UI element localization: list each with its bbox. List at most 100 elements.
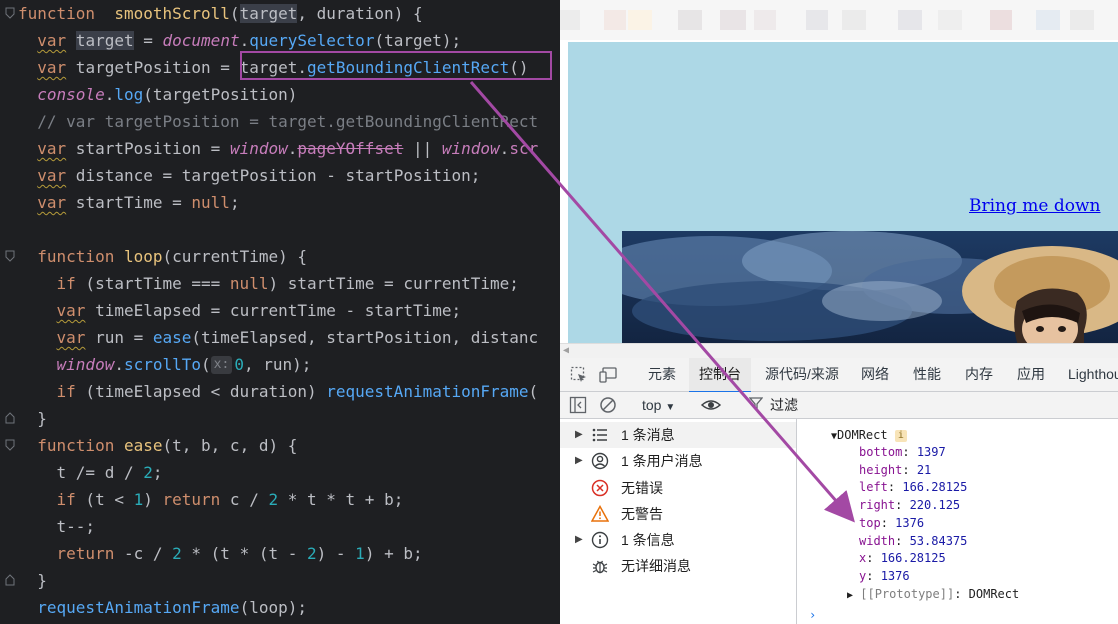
expand-arrow-icon[interactable]: ▶	[575, 429, 583, 440]
domrect-object-header[interactable]: ▼DOMRect i	[831, 427, 907, 444]
code-token: ease	[152, 328, 192, 347]
sidebar-item-label: 无警告	[621, 506, 663, 522]
collapsed-arrow-icon[interactable]: ▶	[847, 590, 853, 601]
code-line[interactable]: return -c / 2 * (t * (t - 2) - 1) + b;	[18, 540, 423, 567]
code-token: requestAnimationFrame	[326, 382, 529, 401]
tab-performance[interactable]: 性能	[913, 358, 941, 391]
expand-arrow-icon[interactable]: ▶	[575, 455, 583, 466]
device-toolbar-icon[interactable]	[599, 366, 617, 384]
code-token: 1	[355, 544, 365, 563]
code-token: (target);	[374, 31, 462, 50]
info-icon	[591, 531, 609, 549]
console-prompt[interactable]: ›	[809, 607, 816, 624]
code-token: )	[143, 490, 163, 509]
code-token: t /= d /	[18, 463, 144, 482]
code-token: target	[239, 4, 298, 23]
code-line[interactable]: function loop(currentTime) {	[18, 243, 307, 270]
code-line[interactable]: var distance = targetPosition - startPos…	[18, 162, 480, 189]
sidebar-item[interactable]: 无错误	[560, 475, 796, 501]
code-line[interactable]: if (timeElapsed < duration) requestAnima…	[18, 378, 539, 405]
object-property-row[interactable]: left: 166.28125	[859, 479, 967, 496]
object-property-row[interactable]: bottom: 1397	[859, 444, 946, 461]
code-line[interactable]: }	[18, 567, 47, 594]
property-key: height	[859, 462, 903, 477]
code-line[interactable]: console.log(targetPosition)	[18, 81, 297, 108]
scroll-left-icon[interactable]: ◀	[563, 345, 569, 356]
object-property-row[interactable]: x: 166.28125	[859, 550, 946, 567]
expand-arrow-icon[interactable]: ▶	[575, 534, 583, 545]
fold-end-icon[interactable]	[5, 412, 15, 424]
sidebar-item[interactable]: 无警告	[560, 501, 796, 527]
property-key: y	[859, 568, 867, 583]
web-page-viewport[interactable]: Bring me down	[568, 42, 1118, 343]
tab-memory[interactable]: 内存	[965, 358, 993, 391]
tab-console[interactable]: 控制台	[689, 358, 751, 393]
object-property-row[interactable]: width: 53.84375	[859, 533, 967, 550]
user-icon	[591, 452, 609, 470]
info-badge[interactable]: i	[894, 430, 907, 442]
code-line[interactable]: t /= d / 2;	[18, 459, 163, 486]
code-token: * (t * (t -	[181, 544, 307, 563]
code-line[interactable]: var run = ease(timeElapsed, startPositio…	[18, 324, 539, 351]
object-property-row[interactable]: height: 21	[859, 462, 931, 479]
code-line[interactable]: var target = document.querySelector(targ…	[18, 27, 461, 54]
sidebar-item[interactable]: ▶ 1 条用户消息	[560, 448, 796, 474]
code-token: querySelector	[249, 31, 375, 50]
code-line[interactable]: var timeElapsed = currentTime - startTim…	[18, 297, 462, 324]
context-selector[interactable]: top ▼	[642, 392, 675, 421]
code-line[interactable]: var startTime = null;	[18, 189, 239, 216]
property-key: width	[859, 533, 896, 548]
code-token: var	[37, 58, 67, 77]
tab-sources[interactable]: 源代码/来源	[765, 358, 839, 391]
object-name: DOMRect	[837, 428, 888, 442]
filter-input[interactable]: 过滤	[770, 392, 798, 418]
code-editor[interactable]: function smoothScroll(target, duration) …	[0, 0, 560, 624]
code-token: 2	[268, 490, 279, 509]
tab-application[interactable]: 应用	[1017, 358, 1045, 391]
tab-lighthouse[interactable]: Lighthouse	[1068, 358, 1118, 391]
bring-me-down-link[interactable]: Bring me down	[969, 196, 1101, 216]
object-property-row[interactable]: y: 1376	[859, 568, 910, 585]
fold-icon[interactable]	[5, 7, 15, 19]
tab-network[interactable]: 网络	[861, 358, 889, 391]
code-line[interactable]: var startPosition = window.pageYOffset |…	[18, 135, 538, 162]
code-line[interactable]: window.scrollTo(x: 0, run);	[18, 351, 311, 378]
inspect-element-icon[interactable]	[570, 366, 588, 384]
live-expression-eye-icon[interactable]	[700, 396, 722, 414]
code-token: (startTime ===	[75, 274, 230, 293]
filter-icon	[748, 397, 767, 415]
code-line[interactable]: }	[18, 405, 47, 432]
object-property-row[interactable]: top: 1376	[859, 515, 924, 532]
console-output[interactable]: ▼DOMRect i bottom: 1397 height: 21 left: 16…	[797, 419, 1118, 624]
code-line[interactable]: if (t < 1) return c / 2 * t * t + b;	[18, 486, 404, 513]
property-key: bottom	[859, 445, 903, 459]
code-line[interactable]: function ease(t, b, c, d) {	[18, 432, 297, 459]
code-line[interactable]: function smoothScroll(target, duration) …	[18, 0, 423, 27]
code-token: console	[37, 85, 105, 104]
clear-console-icon[interactable]	[599, 396, 617, 414]
browser-window: Bring me down ◀ 元素 控制台 源代码/来源 网络 性能 内存 应…	[560, 0, 1118, 624]
toggle-sidebar-icon[interactable]	[569, 396, 587, 414]
code-line[interactable]: // var targetPosition = target.getBoundi…	[18, 108, 538, 135]
horizontal-scrollbar[interactable]: ◀	[560, 343, 1118, 358]
object-property-row[interactable]: right: 220.125	[859, 497, 960, 514]
code-line[interactable]: if (startTime === null) startTime = curr…	[18, 270, 519, 297]
fold-icon[interactable]	[5, 250, 15, 262]
fold-icon[interactable]	[5, 439, 15, 451]
sidebar-item[interactable]: ▶ 1 条消息	[560, 422, 796, 448]
sidebar-item[interactable]: ▶ 1 条信息	[560, 527, 796, 553]
prototype-row[interactable]: ▶ [[Prototype]]: DOMRect	[847, 586, 1019, 603]
fold-end-icon[interactable]	[5, 574, 15, 586]
sidebar-item[interactable]: 无详细消息	[560, 553, 796, 579]
code-line[interactable]: requestAnimationFrame(loop);	[18, 594, 307, 621]
code-token: t--;	[18, 517, 96, 536]
code-line[interactable]: t--;	[18, 513, 96, 540]
tab-elements[interactable]: 元素	[648, 358, 676, 391]
code-token: (	[229, 4, 240, 23]
code-token: loop	[123, 247, 163, 266]
